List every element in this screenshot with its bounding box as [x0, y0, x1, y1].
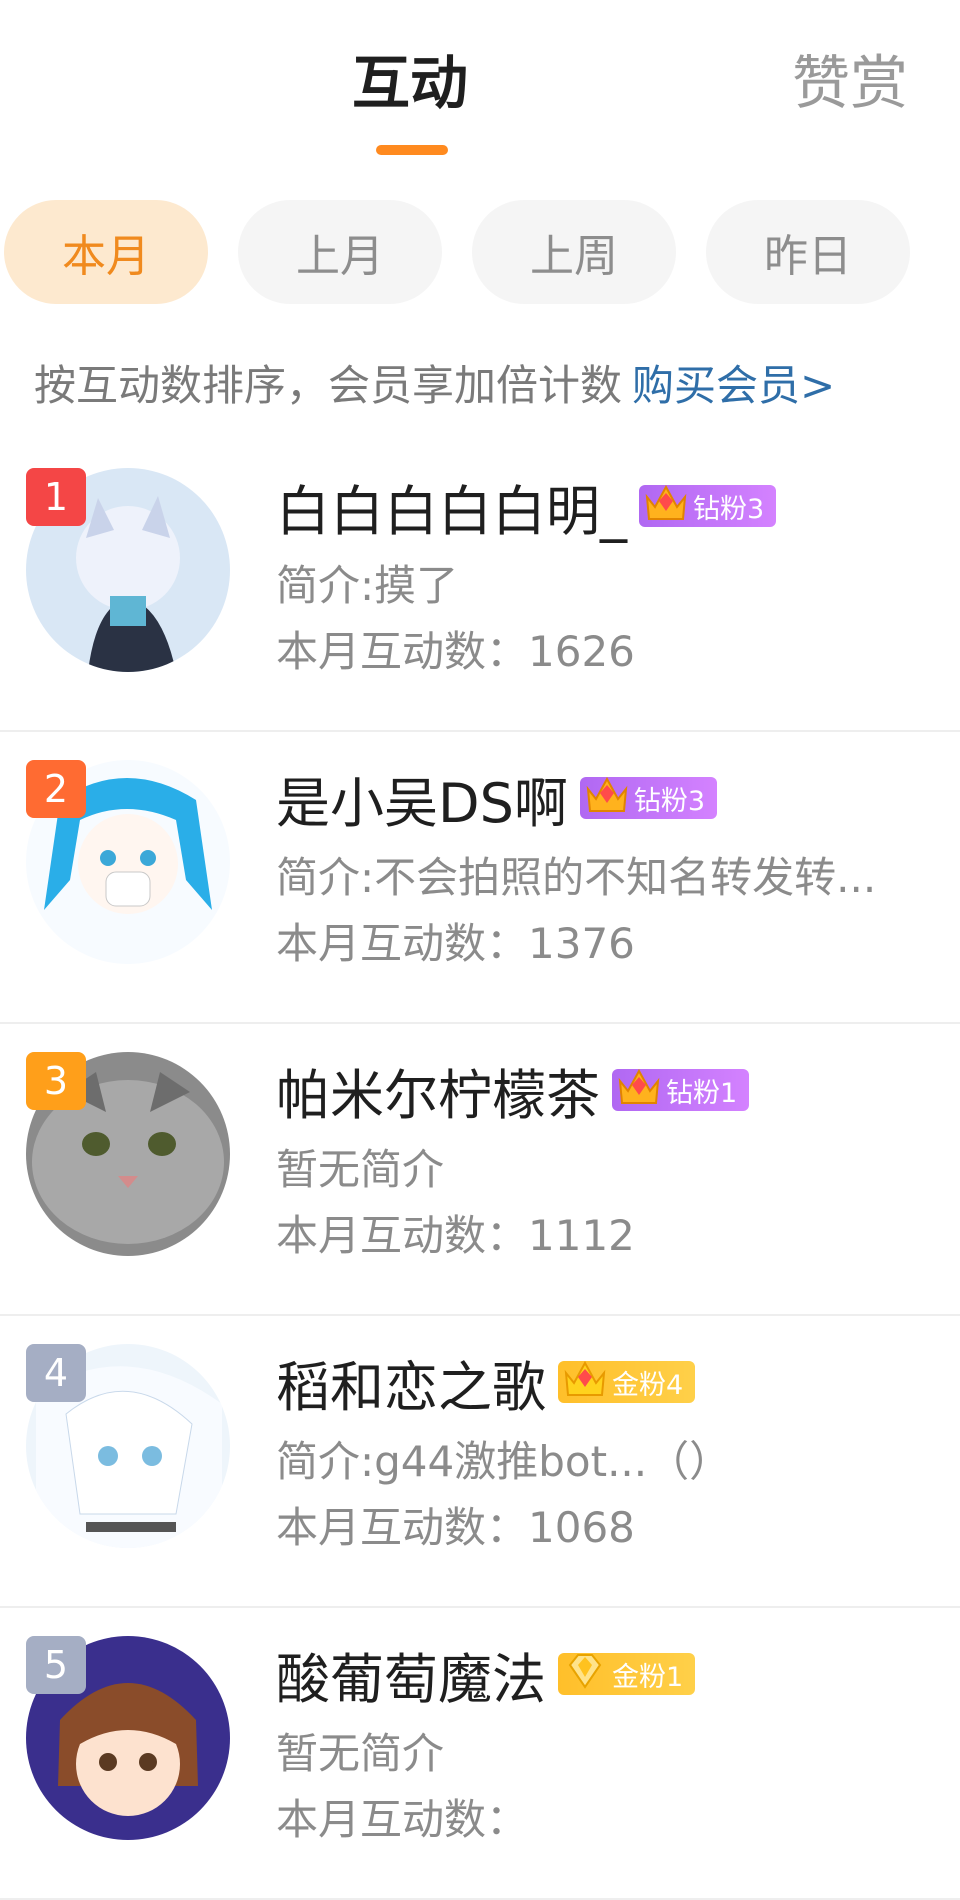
filter-last-month[interactable]: 上月 — [238, 200, 442, 304]
list-item[interactable]: 2 是小吴DS啊 钻粉3 简介:不会拍照的不知名转发转... 本月互动数：137… — [0, 732, 960, 1024]
rank-badge: 2 — [26, 760, 86, 818]
fan-badge: 钻粉1 — [612, 1068, 750, 1111]
buy-membership-link[interactable]: 购买会员> — [632, 361, 835, 410]
list-item[interactable]: 5 酸葡萄魔法 金粉1 暂无简介 本月互动数： — [0, 1608, 960, 1900]
username[interactable]: 白白白白白明_ — [276, 467, 627, 546]
name-row: 酸葡萄魔法 金粉1 — [276, 1635, 696, 1714]
list-item[interactable]: 3 帕米尔柠檬茶 钻粉1 暂无简介 本月互动数：1112 — [0, 1024, 960, 1316]
interaction-count: 本月互动数：1068 — [276, 1503, 635, 1552]
fan-badge: 钻粉3 — [579, 776, 718, 819]
user-intro: 简介:不会拍照的不知名转发转... — [276, 853, 877, 902]
crown-icon — [618, 1068, 660, 1104]
rank-badge: 3 — [26, 1052, 86, 1110]
fan-ranking-list: 1 白白白白白明_ 钻粉3 简介:摸了 本月互动数：1626 2 是小吴DS啊 … — [0, 440, 960, 1900]
top-tab-bar: 互动 赞赏 — [0, 0, 960, 170]
crown-icon — [645, 484, 687, 520]
fan-badge: 金粉1 — [558, 1653, 696, 1695]
interaction-count: 本月互动数：1112 — [276, 1211, 635, 1260]
badge-level: 钻粉3 — [693, 493, 765, 525]
user-intro: 暂无简介 — [276, 1729, 445, 1778]
filter-last-week[interactable]: 上周 — [472, 200, 676, 304]
rank-badge: 4 — [26, 1344, 86, 1402]
badge-level: 钻粉3 — [633, 785, 706, 817]
fan-badge: 金粉4 — [558, 1360, 696, 1403]
username[interactable]: 酸葡萄魔法 — [276, 1635, 546, 1714]
filter-this-month[interactable]: 本月 — [4, 200, 208, 304]
name-row: 是小吴DS啊 钻粉3 — [276, 759, 718, 838]
interaction-count: 本月互动数：1376 — [276, 919, 635, 968]
rank-badge: 5 — [26, 1636, 86, 1694]
badge-level: 金粉1 — [612, 1661, 684, 1693]
badge-level: 钻粉1 — [666, 1077, 738, 1109]
interaction-count: 本月互动数：1626 — [276, 627, 635, 676]
name-row: 稻和恋之歌 金粉4 — [276, 1343, 696, 1422]
fan-badge: 钻粉3 — [639, 484, 777, 527]
user-intro: 简介:g44激推bot...（） — [276, 1437, 732, 1486]
sort-hint: 按互动数排序，会员享加倍计数 购买会员> — [34, 352, 835, 413]
username[interactable]: 帕米尔柠檬茶 — [276, 1051, 600, 1130]
diamond-icon — [568, 1654, 602, 1689]
tab-interaction[interactable]: 互动 — [352, 48, 468, 118]
badge-level: 金粉4 — [612, 1369, 684, 1401]
username[interactable]: 稻和恋之歌 — [276, 1343, 546, 1422]
active-tab-indicator — [376, 145, 448, 155]
user-intro: 暂无简介 — [276, 1145, 445, 1194]
name-row: 白白白白白明_ 钻粉3 — [276, 467, 777, 546]
tab-reward[interactable]: 赞赏 — [792, 48, 908, 118]
list-item[interactable]: 1 白白白白白明_ 钻粉3 简介:摸了 本月互动数：1626 — [0, 440, 960, 732]
time-filter-chips: 本月 上月 上周 昨日 — [4, 200, 960, 304]
sort-hint-text: 按互动数排序，会员享加倍计数 — [34, 361, 623, 410]
crown-icon — [586, 776, 628, 812]
list-item[interactable]: 4 稻和恋之歌 金粉4 简介:g44激推bot...（） 本月互动数：1068 — [0, 1316, 960, 1608]
interaction-count: 本月互动数： — [276, 1795, 529, 1844]
name-row: 帕米尔柠檬茶 钻粉1 — [276, 1051, 750, 1130]
filter-yesterday[interactable]: 昨日 — [706, 200, 910, 304]
crown-icon — [564, 1360, 606, 1396]
username[interactable]: 是小吴DS啊 — [276, 759, 568, 838]
user-intro: 简介:摸了 — [276, 561, 459, 610]
rank-badge: 1 — [26, 468, 86, 526]
